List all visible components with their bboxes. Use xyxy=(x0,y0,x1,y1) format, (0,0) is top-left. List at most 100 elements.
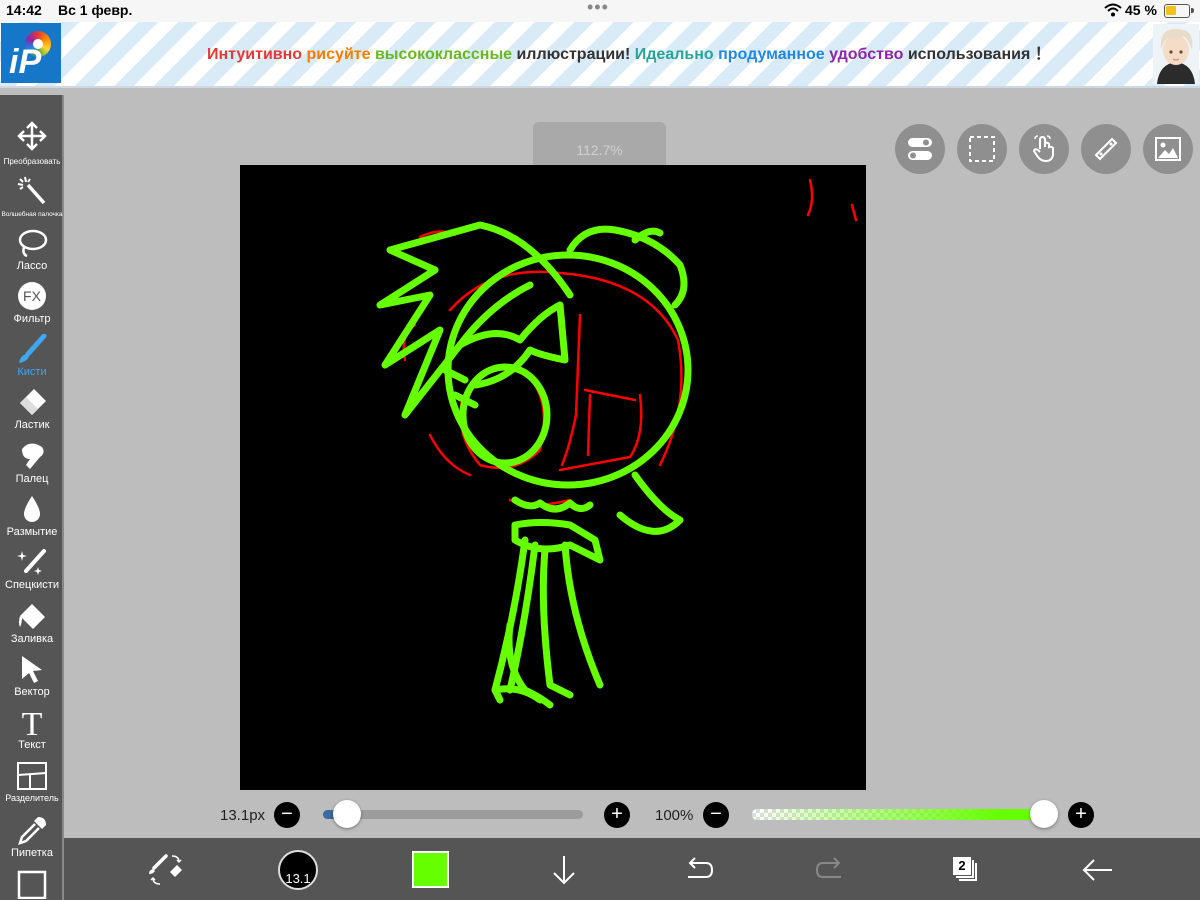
battery-icon xyxy=(1164,4,1194,18)
ad-word: Интуитивно xyxy=(207,46,303,63)
tool-smudge[interactable]: Палец xyxy=(0,437,64,490)
ad-word: использования xyxy=(907,46,1031,63)
tool-label: Палец xyxy=(15,473,49,485)
ad-word: ！ xyxy=(1034,46,1051,63)
opacity-increase-button[interactable]: + xyxy=(1068,802,1094,828)
bottom-toolbar: 13.1 2 xyxy=(64,838,1200,900)
tool-label: Заливка xyxy=(10,633,54,645)
ad-character-image xyxy=(1153,24,1199,84)
size-decrease-button[interactable]: − xyxy=(274,802,300,828)
tool-magic-wand[interactable]: Волшебная палочка xyxy=(0,171,64,224)
ad-word: иллюстрации! xyxy=(516,46,631,63)
download-arrow-icon xyxy=(553,856,575,885)
status-bar: 14:42 Вс 1 февр. ••• 45 % xyxy=(0,0,1200,22)
brush-swap-icon xyxy=(149,854,182,885)
date: Вс 1 февр. xyxy=(58,2,133,18)
text-icon: T xyxy=(22,707,43,737)
selection-icon xyxy=(969,136,995,162)
ad-word: высококлассные xyxy=(374,46,512,63)
tool-label: Текст xyxy=(18,739,46,751)
tool-label: Вектор xyxy=(14,686,50,698)
brush-size-preview[interactable]: 13.1 xyxy=(278,850,318,890)
vector-arrow-icon xyxy=(22,656,42,683)
ad-word: рисуйте xyxy=(306,46,371,63)
brush-size-label: 13.1px xyxy=(220,807,266,824)
tool-label: Лассо xyxy=(16,260,48,272)
drawing-canvas[interactable] xyxy=(240,165,866,790)
current-color-swatch[interactable] xyxy=(412,851,449,888)
ad-banner[interactable]: iP Интуитивно рисуйте высококлассные илл… xyxy=(0,22,1200,88)
wifi-icon xyxy=(1104,3,1122,20)
tool-brush[interactable]: Кисти xyxy=(0,330,64,383)
svg-text:FX: FX xyxy=(23,288,42,304)
tool-canvas[interactable] xyxy=(0,865,64,900)
tool-fill[interactable]: Заливка xyxy=(0,597,64,650)
reference-image-button[interactable] xyxy=(1143,124,1193,174)
ad-word: Идеально xyxy=(634,46,714,63)
multitask-dots-icon[interactable]: ••• xyxy=(587,0,609,18)
tool-special-brush[interactable]: Спецкисти xyxy=(0,543,64,596)
size-increase-button[interactable]: + xyxy=(604,802,630,828)
brush-size-slider[interactable] xyxy=(323,810,583,819)
image-icon xyxy=(1155,137,1181,161)
tool-label: Пипетка xyxy=(11,847,53,859)
smudge-finger-icon xyxy=(22,443,44,469)
brush-size-value: 13.1 xyxy=(285,871,311,886)
tool-frame-divider[interactable]: Разделитель xyxy=(0,757,64,810)
ruler-icon xyxy=(1094,137,1118,161)
back-button[interactable] xyxy=(1076,848,1120,892)
ad-word: удобство xyxy=(829,46,904,63)
opacity-decrease-button[interactable]: − xyxy=(703,802,729,828)
tool-label: Фильтр xyxy=(13,313,51,325)
ad-word: продуманное xyxy=(718,46,825,63)
fill-bucket-icon xyxy=(19,604,45,629)
tool-vector[interactable]: Вектор xyxy=(0,650,64,703)
layer-merge-down-button[interactable] xyxy=(542,848,586,892)
back-arrow-icon xyxy=(1082,859,1112,881)
ruler-button[interactable] xyxy=(1081,124,1131,174)
tool-sidebar: Преобразовать Волшебная палочка Лассо FX… xyxy=(0,95,64,900)
sketch-artwork xyxy=(376,178,858,709)
special-brush-icon xyxy=(17,549,46,575)
size-slider-thumb[interactable] xyxy=(332,800,361,828)
tool-text[interactable]: T Текст xyxy=(0,703,64,756)
blur-drop-icon xyxy=(24,496,40,522)
magic-wand-icon xyxy=(17,176,46,205)
clock: 14:42 xyxy=(6,2,42,18)
lasso-icon xyxy=(18,229,48,258)
opacity-slider[interactable] xyxy=(752,809,1044,820)
tool-eraser[interactable]: Ластик xyxy=(0,383,64,436)
tool-lasso[interactable]: Лассо xyxy=(0,224,64,277)
redo-button[interactable] xyxy=(809,848,853,892)
tool-label: Преобразовать xyxy=(3,157,61,166)
layer-count: 2 xyxy=(958,858,966,873)
gesture-hand-icon xyxy=(1032,135,1054,163)
selection-button[interactable] xyxy=(957,124,1007,174)
eraser-icon xyxy=(20,389,46,415)
toggle-button[interactable] xyxy=(895,124,945,174)
tool-blur[interactable]: Размытие xyxy=(0,490,64,543)
divider-icon xyxy=(17,762,47,790)
tool-transform[interactable]: Преобразовать xyxy=(0,117,64,170)
tool-eyedropper[interactable]: Пипетка xyxy=(0,811,64,864)
tool-label: Спецкисти xyxy=(5,579,59,591)
brush-settings-bar: 13.1px − + 100% − + xyxy=(200,798,1200,832)
tool-label: Кисти xyxy=(17,366,47,378)
tool-label: Размытие xyxy=(6,526,58,538)
eyedropper-icon xyxy=(18,817,46,845)
battery-percent: 45 % xyxy=(1125,2,1157,18)
fx-icon: FX xyxy=(18,282,46,310)
tool-filter[interactable]: FX Фильтр xyxy=(0,277,64,330)
opacity-label: 100% xyxy=(655,807,694,824)
brush-icon xyxy=(19,334,47,363)
ad-message: Интуитивно рисуйте высококлассные иллюст… xyxy=(207,40,1051,64)
gesture-button[interactable] xyxy=(1019,124,1069,174)
move-icon xyxy=(17,121,47,151)
brush-eraser-swap-button[interactable] xyxy=(144,848,188,892)
opacity-slider-thumb[interactable] xyxy=(1030,800,1058,828)
layers-button[interactable]: 2 xyxy=(950,854,980,884)
tool-label: Ластик xyxy=(14,419,50,431)
undo-button[interactable] xyxy=(676,848,720,892)
tool-label: Разделитель xyxy=(5,793,59,803)
tool-label: Волшебная палочка xyxy=(1,211,63,218)
